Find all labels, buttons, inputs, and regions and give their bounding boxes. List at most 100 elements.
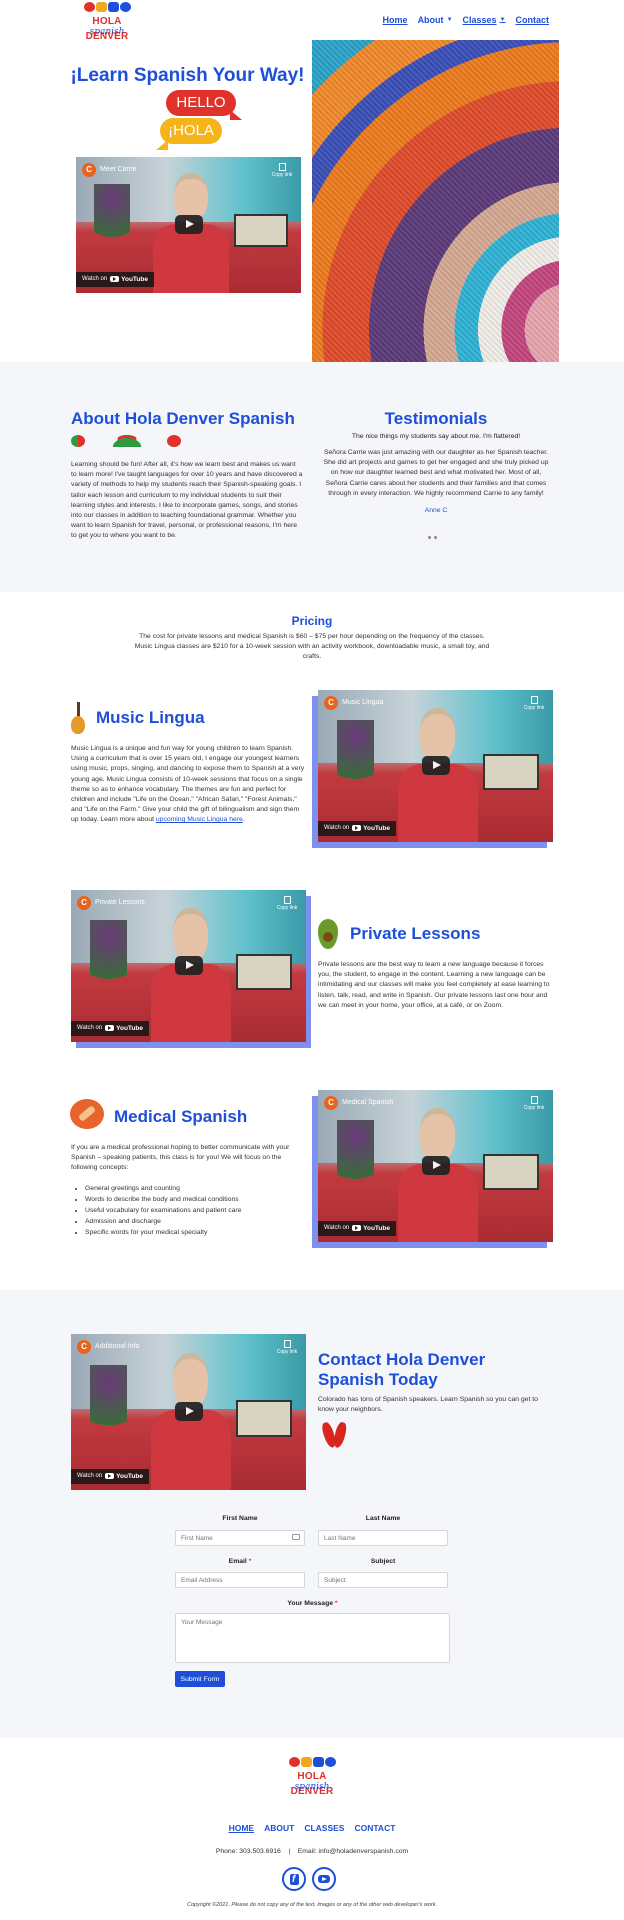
email-input[interactable] bbox=[175, 1572, 305, 1588]
copy-link-icon bbox=[278, 163, 286, 171]
medical-spanish-text: If you are a medical professional hoping… bbox=[71, 1143, 307, 1240]
list-item: General greetings and counting bbox=[85, 1184, 307, 1194]
private-lessons-title: Private Lessons bbox=[350, 924, 481, 943]
contact-text: Colorado has tons of Spanish speakers. L… bbox=[318, 1396, 538, 1414]
last-name-input[interactable] bbox=[318, 1530, 448, 1546]
watch-on-youtube-button[interactable]: Watch on YouTube bbox=[71, 1020, 149, 1036]
list-item: Admission and discharge bbox=[85, 1217, 307, 1227]
hero-video[interactable]: C Meet Carrie Copy link Watch on YouTube bbox=[76, 157, 301, 293]
hero-title: ¡Learn Spanish Your Way! bbox=[70, 65, 305, 86]
watch-on-youtube-button[interactable]: Watch on YouTube bbox=[318, 820, 396, 836]
logo-sub: spanish bbox=[89, 27, 125, 37]
chevron-down-icon: ▼ bbox=[499, 17, 506, 24]
footer-nav-home[interactable]: HOME bbox=[229, 1822, 255, 1834]
message-textarea[interactable] bbox=[175, 1613, 450, 1663]
about-title: About Hola Denver Spanish bbox=[71, 409, 295, 428]
nav-classes[interactable]: Classes ▼ bbox=[463, 14, 506, 27]
about-section: About Hola Denver Spanish Learning shoul… bbox=[0, 362, 624, 592]
play-icon[interactable] bbox=[421, 1156, 450, 1175]
autofill-icon[interactable] bbox=[292, 1534, 300, 1540]
subject-label: Subject bbox=[370, 1558, 396, 1565]
facebook-icon bbox=[290, 1873, 299, 1888]
play-icon[interactable] bbox=[421, 756, 450, 775]
watch-on-youtube-button[interactable]: Watch on YouTube bbox=[71, 1468, 149, 1484]
footer-nav-classes[interactable]: CLASSES bbox=[304, 1822, 344, 1834]
email-label: Email * bbox=[228, 1558, 252, 1565]
copy-link-button[interactable]: Copy link bbox=[523, 1096, 545, 1112]
video-title[interactable]: Meet Carrie bbox=[100, 165, 137, 175]
watch-on-youtube-button[interactable]: Watch on YouTube bbox=[318, 1220, 396, 1236]
copy-link-icon bbox=[283, 1340, 291, 1348]
youtube-icon bbox=[318, 1875, 330, 1883]
logo-sub: spanish bbox=[294, 1782, 330, 1792]
footer-nav-contact[interactable]: CONTACT bbox=[354, 1822, 395, 1834]
pricing-text: The cost for private lessons and medical… bbox=[134, 633, 490, 661]
private-lessons-video[interactable]: C Private Lessons Copy link Watch on YouT… bbox=[71, 890, 306, 1042]
video-title[interactable]: Additional Info bbox=[95, 1342, 139, 1352]
avocado-icon bbox=[318, 919, 338, 949]
logo-bubbles-icon bbox=[84, 2, 132, 14]
facebook-button[interactable] bbox=[282, 1867, 306, 1891]
channel-avatar: C bbox=[324, 1096, 338, 1110]
testimonials-title: Testimonials bbox=[384, 409, 488, 428]
nav-home[interactable]: Home bbox=[383, 14, 408, 27]
contact-title: Contact Hola Denver Spanish Today bbox=[318, 1350, 486, 1390]
chili-peppers-icon bbox=[320, 1420, 350, 1450]
subject-input[interactable] bbox=[318, 1572, 448, 1588]
footer-phone[interactable]: Phone: 303.503.6916 bbox=[216, 1848, 281, 1855]
footer-logo[interactable]: HOLA DENVER spanish bbox=[275, 1757, 349, 1797]
nav-about[interactable]: About ▼ bbox=[418, 14, 453, 27]
channel-avatar: C bbox=[324, 696, 338, 710]
play-icon[interactable] bbox=[174, 1402, 203, 1421]
music-lingua-link[interactable]: upcoming Music Lingua here bbox=[156, 816, 243, 823]
youtube-logo-icon bbox=[105, 1025, 115, 1032]
play-icon[interactable] bbox=[174, 215, 203, 234]
footer-contact: Phone: 303.503.6916 | Email: info@holade… bbox=[215, 1848, 409, 1855]
bandage-heart-icon bbox=[70, 1099, 104, 1129]
youtube-logo-icon bbox=[352, 1225, 362, 1232]
first-name-label: First Name bbox=[222, 1515, 258, 1522]
pricing-title: Pricing bbox=[291, 614, 333, 628]
medical-spanish-video[interactable]: C Medical Spanish Copy link Watch on YouT… bbox=[318, 1090, 553, 1242]
site-header: HOLA DENVER spanish Home About ▼ Classes ▼… bbox=[0, 0, 624, 42]
list-item: Words to describe the body and medical c… bbox=[85, 1195, 307, 1205]
copy-link-button[interactable]: Copy link bbox=[276, 896, 298, 912]
video-title[interactable]: Music Lingua bbox=[342, 698, 383, 708]
carousel-dots[interactable] bbox=[428, 536, 437, 539]
footer-nav-about[interactable]: ABOUT bbox=[264, 1822, 294, 1834]
carousel-dot[interactable] bbox=[428, 536, 431, 539]
first-name-input[interactable] bbox=[175, 1530, 305, 1546]
last-name-label: Last Name bbox=[365, 1515, 401, 1522]
hello-bubble: HELLO bbox=[166, 90, 242, 120]
copy-link-button[interactable]: Copy link bbox=[271, 163, 293, 179]
woven-basket-image bbox=[312, 40, 559, 362]
list-item: Specific words for your medical specialt… bbox=[85, 1228, 307, 1238]
copyright-text: Copyright ©2021. Please do not copy any … bbox=[187, 1902, 437, 1908]
youtube-logo-icon bbox=[105, 1473, 115, 1480]
copy-link-icon bbox=[530, 696, 538, 704]
video-title[interactable]: Medical Spanish bbox=[342, 1098, 393, 1108]
contact-video[interactable]: C Additional Info Copy link Watch on YouT… bbox=[71, 1334, 306, 1490]
copy-link-button[interactable]: Copy link bbox=[523, 696, 545, 712]
chevron-down-icon: ▼ bbox=[446, 17, 453, 24]
video-title[interactable]: Private Lessons bbox=[95, 898, 145, 908]
message-label: Your Message * bbox=[287, 1600, 338, 1607]
copy-link-icon bbox=[530, 1096, 538, 1104]
footer-email[interactable]: Email: info@holadenverspanish.com bbox=[298, 1848, 408, 1855]
play-icon[interactable] bbox=[174, 956, 203, 975]
music-lingua-video[interactable]: C Music Lingua Copy link Watch on YouTube bbox=[318, 690, 553, 842]
site-logo[interactable]: HOLA DENVER spanish bbox=[70, 2, 144, 42]
copy-link-button[interactable]: Copy link bbox=[276, 1340, 298, 1356]
first-name-wrapper bbox=[175, 1530, 305, 1546]
list-item: Useful vocabulary for examinations and p… bbox=[85, 1206, 307, 1216]
carousel-dot[interactable] bbox=[434, 536, 437, 539]
youtube-logo-icon bbox=[110, 276, 120, 283]
youtube-button[interactable] bbox=[312, 1867, 336, 1891]
submit-form-button[interactable]: Submit Form bbox=[175, 1671, 225, 1687]
channel-avatar: C bbox=[77, 1340, 91, 1354]
watch-on-youtube-button[interactable]: Watch on YouTube bbox=[76, 271, 154, 287]
youtube-logo-icon bbox=[352, 825, 362, 832]
main-nav: Home About ▼ Classes ▼ Contact bbox=[383, 14, 549, 27]
guitar-icon bbox=[70, 702, 86, 734]
nav-contact[interactable]: Contact bbox=[516, 14, 550, 27]
